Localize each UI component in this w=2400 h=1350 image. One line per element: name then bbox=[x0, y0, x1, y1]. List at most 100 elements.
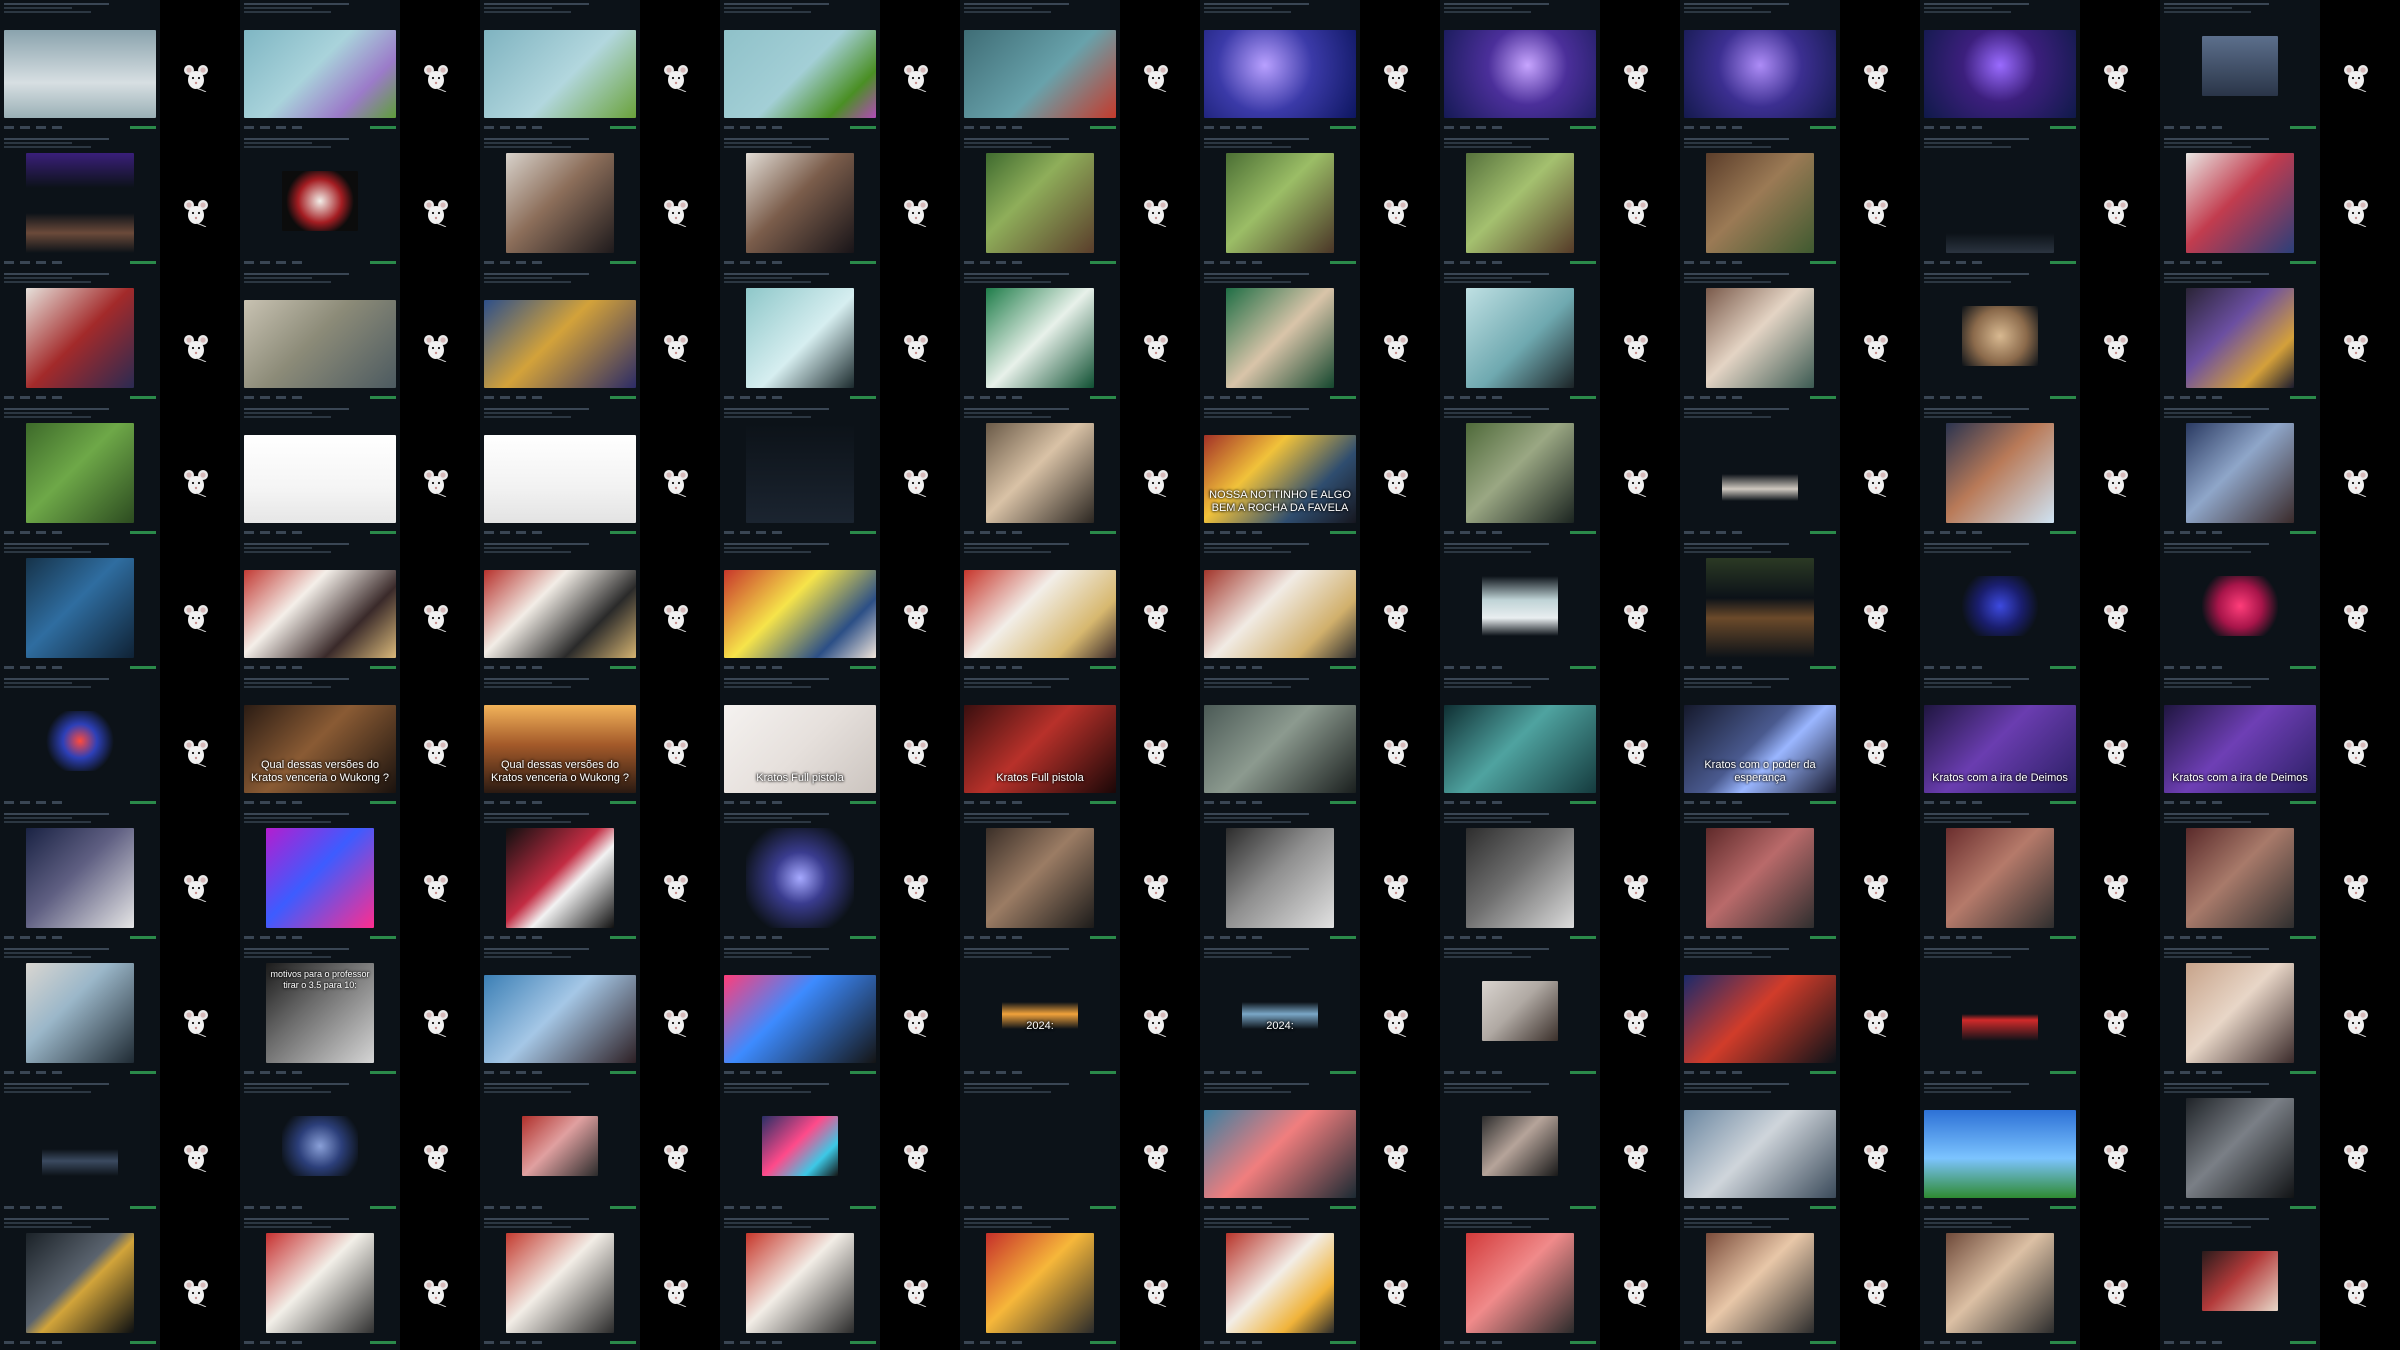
post-media[interactable] bbox=[244, 570, 396, 658]
video-tile[interactable] bbox=[2160, 135, 2400, 270]
video-tile[interactable] bbox=[1440, 0, 1680, 135]
like-icon[interactable] bbox=[1236, 260, 1246, 264]
video-tile[interactable] bbox=[1680, 810, 1920, 945]
reply-icon[interactable] bbox=[1444, 1340, 1454, 1344]
reply-icon[interactable] bbox=[964, 1070, 974, 1074]
video-tile[interactable] bbox=[2160, 0, 2400, 135]
repost-icon[interactable] bbox=[1700, 800, 1710, 804]
like-icon[interactable] bbox=[996, 530, 1006, 534]
repost-icon[interactable] bbox=[2180, 1205, 2190, 1209]
post-media[interactable] bbox=[724, 975, 876, 1063]
post-media[interactable] bbox=[1444, 30, 1596, 118]
share-button[interactable] bbox=[1810, 1070, 1836, 1074]
post-media[interactable] bbox=[1962, 306, 2038, 366]
view-icon[interactable] bbox=[532, 1070, 542, 1074]
view-icon[interactable] bbox=[292, 1070, 302, 1074]
repost-icon[interactable] bbox=[500, 395, 510, 399]
like-icon[interactable] bbox=[276, 665, 286, 669]
video-tile[interactable] bbox=[1200, 270, 1440, 405]
like-icon[interactable] bbox=[1476, 1205, 1486, 1209]
post-media[interactable] bbox=[484, 435, 636, 523]
like-icon[interactable] bbox=[756, 395, 766, 399]
view-icon[interactable] bbox=[52, 665, 62, 669]
share-button[interactable] bbox=[610, 260, 636, 264]
reply-icon[interactable] bbox=[4, 800, 14, 804]
view-icon[interactable] bbox=[52, 1205, 62, 1209]
repost-icon[interactable] bbox=[1940, 260, 1950, 264]
repost-icon[interactable] bbox=[1460, 530, 1470, 534]
video-tile[interactable] bbox=[480, 270, 720, 405]
reply-icon[interactable] bbox=[724, 935, 734, 939]
view-icon[interactable] bbox=[532, 125, 542, 129]
repost-icon[interactable] bbox=[1220, 935, 1230, 939]
post-media[interactable] bbox=[26, 423, 134, 523]
video-tile[interactable] bbox=[1200, 540, 1440, 675]
view-icon[interactable] bbox=[1012, 530, 1022, 534]
video-tile[interactable] bbox=[960, 1080, 1200, 1215]
post-media[interactable] bbox=[1962, 981, 2038, 1041]
repost-icon[interactable] bbox=[500, 800, 510, 804]
like-icon[interactable] bbox=[1236, 1205, 1246, 1209]
like-icon[interactable] bbox=[516, 800, 526, 804]
repost-icon[interactable] bbox=[1220, 665, 1230, 669]
share-button[interactable] bbox=[130, 1340, 156, 1344]
video-tile[interactable] bbox=[1920, 270, 2160, 405]
post-media[interactable] bbox=[746, 153, 854, 253]
view-icon[interactable] bbox=[1492, 1340, 1502, 1344]
like-icon[interactable] bbox=[1956, 1070, 1966, 1074]
repost-icon[interactable] bbox=[1220, 125, 1230, 129]
video-tile[interactable] bbox=[1440, 270, 1680, 405]
post-media[interactable] bbox=[42, 1116, 118, 1176]
view-icon[interactable] bbox=[292, 1340, 302, 1344]
video-tile[interactable] bbox=[240, 270, 480, 405]
share-button[interactable] bbox=[1570, 1205, 1596, 1209]
like-icon[interactable] bbox=[1716, 530, 1726, 534]
reply-icon[interactable] bbox=[1684, 800, 1694, 804]
view-icon[interactable] bbox=[2212, 935, 2222, 939]
video-tile[interactable] bbox=[1680, 540, 1920, 675]
post-media[interactable] bbox=[1706, 288, 1814, 388]
share-button[interactable] bbox=[2050, 395, 2076, 399]
repost-icon[interactable] bbox=[1940, 1340, 1950, 1344]
reply-icon[interactable] bbox=[1444, 530, 1454, 534]
view-icon[interactable] bbox=[1972, 530, 1982, 534]
view-icon[interactable] bbox=[532, 665, 542, 669]
post-media[interactable] bbox=[746, 288, 854, 388]
like-icon[interactable] bbox=[1236, 800, 1246, 804]
reply-icon[interactable] bbox=[964, 1205, 974, 1209]
view-icon[interactable] bbox=[1492, 395, 1502, 399]
share-button[interactable] bbox=[1570, 1340, 1596, 1344]
post-media[interactable] bbox=[282, 171, 358, 231]
post-media[interactable] bbox=[2186, 153, 2294, 253]
reply-icon[interactable] bbox=[2164, 530, 2174, 534]
like-icon[interactable] bbox=[756, 800, 766, 804]
repost-icon[interactable] bbox=[1460, 395, 1470, 399]
video-tile[interactable]: Kratos com a ira de Deimos bbox=[2160, 675, 2400, 810]
post-media[interactable] bbox=[1482, 981, 1558, 1041]
repost-icon[interactable] bbox=[260, 125, 270, 129]
video-tile[interactable] bbox=[0, 405, 240, 540]
view-icon[interactable] bbox=[1732, 665, 1742, 669]
share-button[interactable] bbox=[1810, 395, 1836, 399]
like-icon[interactable] bbox=[996, 1205, 1006, 1209]
post-media[interactable] bbox=[1706, 828, 1814, 928]
post-media[interactable] bbox=[1466, 153, 1574, 253]
repost-icon[interactable] bbox=[500, 665, 510, 669]
share-button[interactable] bbox=[1330, 125, 1356, 129]
reply-icon[interactable] bbox=[1444, 260, 1454, 264]
like-icon[interactable] bbox=[1716, 125, 1726, 129]
post-media[interactable]: motivos para o professor tirar o 3.5 par… bbox=[266, 963, 374, 1063]
video-tile[interactable] bbox=[0, 945, 240, 1080]
reply-icon[interactable] bbox=[1684, 530, 1694, 534]
post-media[interactable]: 2024: bbox=[1242, 981, 1318, 1041]
reply-icon[interactable] bbox=[724, 1205, 734, 1209]
reply-icon[interactable] bbox=[1684, 1340, 1694, 1344]
view-icon[interactable] bbox=[1012, 1070, 1022, 1074]
post-media[interactable] bbox=[1204, 570, 1356, 658]
like-icon[interactable] bbox=[2196, 1340, 2206, 1344]
reply-icon[interactable] bbox=[2164, 395, 2174, 399]
video-tile[interactable]: 2024: bbox=[1200, 945, 1440, 1080]
like-icon[interactable] bbox=[36, 1205, 46, 1209]
view-icon[interactable] bbox=[1492, 1070, 1502, 1074]
reply-icon[interactable] bbox=[484, 935, 494, 939]
